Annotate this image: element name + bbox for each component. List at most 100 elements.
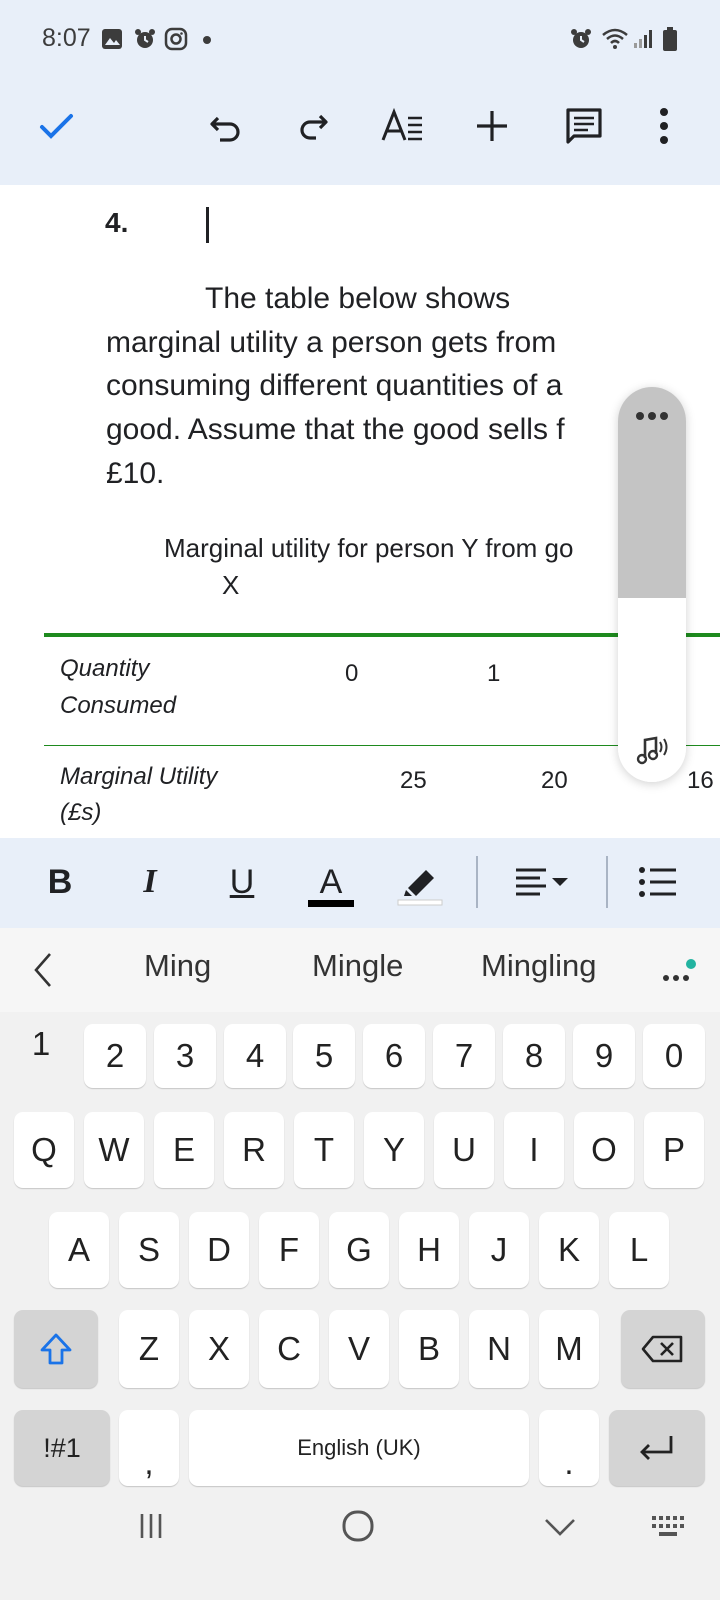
suggestion-item[interactable]: Mingle: [312, 948, 403, 984]
italic-button[interactable]: I: [130, 852, 170, 912]
toolbar-divider: [476, 856, 478, 908]
key-v[interactable]: V: [329, 1310, 389, 1388]
more-horiz-icon: [663, 959, 696, 981]
notification-dot-icon: [203, 36, 211, 44]
paragraph-line: £10.: [106, 457, 165, 490]
key-w[interactable]: W: [84, 1112, 144, 1188]
backspace-key[interactable]: [621, 1310, 705, 1388]
comment-button[interactable]: [556, 98, 612, 154]
key-7[interactable]: 7: [433, 1024, 495, 1088]
key-y[interactable]: Y: [364, 1112, 424, 1188]
key-r[interactable]: R: [224, 1112, 284, 1188]
text-color-label: A: [319, 863, 343, 901]
suggestion-item[interactable]: Mingling: [481, 948, 596, 984]
key-l[interactable]: L: [609, 1212, 669, 1288]
list-number: 4.: [105, 207, 129, 238]
key-f[interactable]: F: [259, 1212, 319, 1288]
shift-icon: [40, 1333, 72, 1365]
check-icon: [40, 114, 73, 139]
key-i[interactable]: I: [504, 1112, 564, 1188]
table-cell: 20: [541, 767, 568, 794]
period-key[interactable]: .: [539, 1410, 599, 1486]
key-4[interactable]: 4: [224, 1024, 286, 1088]
space-key[interactable]: English (UK): [189, 1410, 529, 1486]
chevron-left-icon: [34, 953, 51, 987]
key-d[interactable]: D: [189, 1212, 249, 1288]
key-h[interactable]: H: [399, 1212, 459, 1288]
alarm-notification-icon: [133, 27, 157, 51]
insert-button[interactable]: [464, 98, 520, 154]
symbols-key[interactable]: !#1: [14, 1410, 110, 1486]
recent-apps-icon: [140, 1514, 162, 1538]
keyboard-switch-button[interactable]: [650, 1508, 690, 1544]
align-button[interactable]: [510, 852, 574, 912]
key-j[interactable]: J: [469, 1212, 529, 1288]
key-o[interactable]: O: [574, 1112, 634, 1188]
suggestion-bar: Ming Mingle Mingling: [0, 928, 720, 1012]
key-5[interactable]: 5: [293, 1024, 355, 1088]
key-a[interactable]: A: [49, 1212, 109, 1288]
suggestion-item[interactable]: Ming: [144, 948, 211, 984]
paragraph-line: The table below shows: [205, 282, 511, 315]
document-body[interactable]: 4. The table below shows marginal utilit…: [0, 185, 720, 838]
redo-button[interactable]: [284, 98, 340, 154]
enter-key[interactable]: [609, 1410, 705, 1486]
home-button[interactable]: [338, 1506, 378, 1546]
key-u[interactable]: U: [434, 1112, 494, 1188]
key-x[interactable]: X: [189, 1310, 249, 1388]
key-k[interactable]: K: [539, 1212, 599, 1288]
table-cell: Consumed: [60, 692, 177, 719]
shift-key[interactable]: [14, 1310, 98, 1388]
table-cell: 25: [400, 767, 427, 794]
status-time: 8:07: [42, 24, 91, 52]
volume-panel[interactable]: [618, 387, 686, 782]
paragraph-line: marginal utility a person gets from: [106, 326, 557, 359]
key-g[interactable]: G: [329, 1212, 389, 1288]
text-color-button[interactable]: A: [308, 852, 354, 912]
text-color-swatch: [308, 900, 354, 907]
battery-icon: [663, 27, 677, 51]
key-9[interactable]: 9: [573, 1024, 635, 1088]
suggestions-back-button[interactable]: [28, 950, 58, 990]
signal-icon: [633, 29, 655, 49]
highlight-button[interactable]: [396, 852, 444, 912]
gallery-notification-icon: [101, 28, 123, 50]
home-icon: [342, 1510, 374, 1542]
key-n[interactable]: N: [469, 1310, 529, 1388]
key-m[interactable]: M: [539, 1310, 599, 1388]
recent-apps-button[interactable]: [136, 1508, 166, 1544]
key-s[interactable]: S: [119, 1212, 179, 1288]
key-q[interactable]: Q: [14, 1112, 74, 1188]
done-button[interactable]: [28, 98, 84, 154]
undo-icon: [210, 116, 240, 142]
text-format-button[interactable]: [374, 98, 430, 154]
volume-more-icon[interactable]: [632, 409, 672, 423]
top-toolbar: 8:07: [0, 0, 720, 185]
bulleted-list-button[interactable]: [634, 852, 682, 912]
key-0[interactable]: 0: [643, 1024, 705, 1088]
underline-button[interactable]: U: [222, 852, 262, 912]
backspace-icon: [641, 1335, 683, 1363]
key-e[interactable]: E: [154, 1112, 214, 1188]
comma-key[interactable]: ,: [119, 1410, 179, 1486]
key-c[interactable]: C: [259, 1310, 319, 1388]
key-6[interactable]: 6: [363, 1024, 425, 1088]
key-p[interactable]: P: [644, 1112, 704, 1188]
key-2[interactable]: 2: [84, 1024, 146, 1088]
key-8[interactable]: 8: [503, 1024, 565, 1088]
key-1[interactable]: 1: [10, 1012, 72, 1076]
bold-button[interactable]: B: [40, 852, 80, 912]
suggestions-more-button[interactable]: [660, 958, 696, 988]
undo-button[interactable]: [198, 98, 254, 154]
key-3[interactable]: 3: [154, 1024, 216, 1088]
key-b[interactable]: B: [399, 1310, 459, 1388]
hide-keyboard-button[interactable]: [542, 1512, 578, 1542]
table-cell: Marginal Utility: [60, 763, 218, 790]
key-z[interactable]: Z: [119, 1310, 179, 1388]
more-options-button[interactable]: [646, 98, 682, 154]
media-volume-icon[interactable]: [632, 732, 672, 768]
redo-icon: [300, 114, 328, 140]
plus-icon: [477, 111, 507, 141]
chevron-down-icon: [545, 1519, 575, 1536]
key-t[interactable]: T: [294, 1112, 354, 1188]
